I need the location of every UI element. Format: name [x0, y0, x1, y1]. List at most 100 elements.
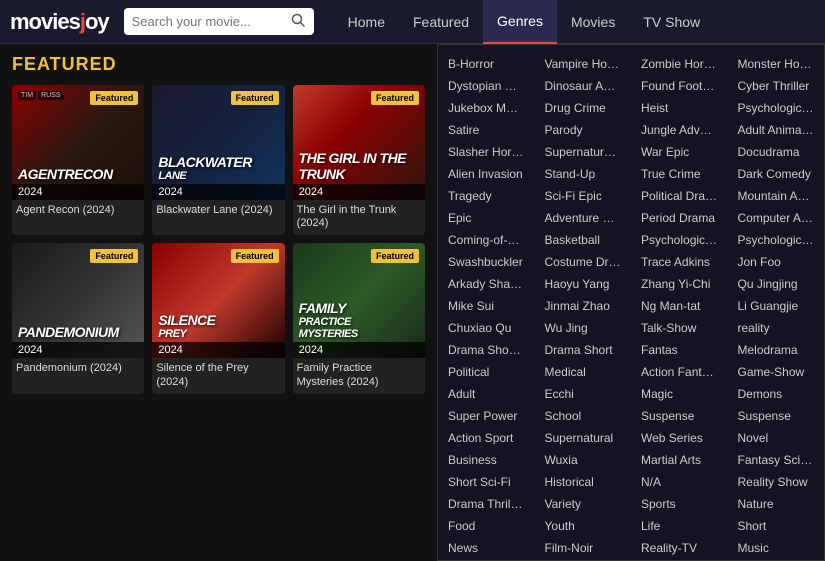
- genre-item[interactable]: Reality Show: [728, 471, 825, 493]
- genre-item[interactable]: Supernatural Hor...: [535, 141, 632, 163]
- genre-item[interactable]: Web Series: [631, 427, 728, 449]
- genre-item[interactable]: Epic: [438, 207, 535, 229]
- genre-item[interactable]: reality: [728, 317, 825, 339]
- genre-item[interactable]: Drama Short: [535, 339, 632, 361]
- genre-item[interactable]: Youth: [535, 515, 632, 537]
- genre-item[interactable]: Food: [438, 515, 535, 537]
- genre-item[interactable]: Variety: [535, 493, 632, 515]
- genre-item[interactable]: Ng Man-tat: [631, 295, 728, 317]
- genre-item[interactable]: Dystopian Sci-Fi: [438, 75, 535, 97]
- genre-item[interactable]: Drug Crime: [535, 97, 632, 119]
- genre-item[interactable]: Political Drama: [631, 185, 728, 207]
- genre-item[interactable]: Music: [728, 537, 825, 559]
- genre-item[interactable]: Adventure Epic: [535, 207, 632, 229]
- genre-item[interactable]: Chuxiao Qu: [438, 317, 535, 339]
- genre-item[interactable]: Jukebox Musical: [438, 97, 535, 119]
- genre-item[interactable]: Reality-TV: [631, 537, 728, 559]
- movie-card-blackwater-lane[interactable]: BLACKWATERLANE Featured 2024 Blackwater …: [152, 85, 284, 235]
- genre-item[interactable]: Suspense: [631, 405, 728, 427]
- nav-tvshow[interactable]: TV Show: [629, 0, 714, 44]
- genre-item[interactable]: Psychological Thr...: [631, 229, 728, 251]
- genre-item[interactable]: Dark Comedy: [728, 163, 825, 185]
- search-input[interactable]: [124, 9, 284, 34]
- genre-item[interactable]: Drama Thriller My...: [438, 493, 535, 515]
- genre-item[interactable]: Computer Anima...: [728, 207, 825, 229]
- genre-item[interactable]: Zombie Horror: [631, 53, 728, 75]
- genre-item[interactable]: Drama Short Sci-Fi: [438, 339, 535, 361]
- movie-card-pandemonium[interactable]: PANDEMONIUM Featured 2024 Pandemonium (2…: [12, 243, 144, 393]
- genre-item[interactable]: Nature: [728, 493, 825, 515]
- genre-item[interactable]: N/A: [631, 471, 728, 493]
- genre-item[interactable]: Supernatural: [535, 427, 632, 449]
- genre-item[interactable]: Ecchi: [535, 383, 632, 405]
- genre-item[interactable]: Demons: [728, 383, 825, 405]
- genre-item[interactable]: Life: [631, 515, 728, 537]
- genre-item[interactable]: News: [438, 537, 535, 559]
- genre-item[interactable]: School: [535, 405, 632, 427]
- genre-item[interactable]: Slasher Horror: [438, 141, 535, 163]
- genre-item[interactable]: Adult Animation: [728, 119, 825, 141]
- genre-item[interactable]: B-Horror: [438, 53, 535, 75]
- genre-item[interactable]: Period Drama: [631, 207, 728, 229]
- genre-item[interactable]: Short Sci-Fi: [438, 471, 535, 493]
- genre-item[interactable]: Satire: [438, 119, 535, 141]
- search-button[interactable]: [284, 8, 312, 35]
- nav-home[interactable]: Home: [334, 0, 399, 44]
- genre-item[interactable]: Fantasy Sci-Fi: [728, 449, 825, 471]
- genre-item[interactable]: Wu Jing: [535, 317, 632, 339]
- genre-item[interactable]: Dinosaur Advent...: [535, 75, 632, 97]
- genre-item[interactable]: Trace Adkins: [631, 251, 728, 273]
- movie-card-girl-in-trunk[interactable]: THE GIRL IN THE TRUNK Featured 2024 The …: [293, 85, 425, 235]
- genre-item[interactable]: Political: [438, 361, 535, 383]
- genre-item[interactable]: Psychological Ho...: [728, 229, 825, 251]
- genre-item[interactable]: Jon Foo: [728, 251, 825, 273]
- nav-featured[interactable]: Featured: [399, 0, 483, 44]
- logo[interactable]: moviesjoy: [10, 9, 109, 35]
- genre-item[interactable]: Talk-Show: [631, 317, 728, 339]
- genre-item[interactable]: Parody: [535, 119, 632, 141]
- genre-item[interactable]: Martial Arts: [631, 449, 728, 471]
- genre-item[interactable]: True Crime: [631, 163, 728, 185]
- genre-item[interactable]: Docudrama: [728, 141, 825, 163]
- search-box[interactable]: [124, 8, 314, 35]
- genre-item[interactable]: Wuxia: [535, 449, 632, 471]
- genre-item[interactable]: Novel: [728, 427, 825, 449]
- movie-card-silence-prey[interactable]: SILENCEPREY Featured 2024 Silence of the…: [152, 243, 284, 393]
- genre-item[interactable]: Li Guangjie: [728, 295, 825, 317]
- genre-item[interactable]: Haoyu Yang: [535, 273, 632, 295]
- genre-item[interactable]: Swashbuckler: [438, 251, 535, 273]
- genre-item[interactable]: Mike Sui: [438, 295, 535, 317]
- genre-item[interactable]: Action Sport: [438, 427, 535, 449]
- genre-item[interactable]: Sci-Fi Epic: [535, 185, 632, 207]
- genre-item[interactable]: Qu Jingjing: [728, 273, 825, 295]
- genre-item[interactable]: Historical: [535, 471, 632, 493]
- genre-item[interactable]: Melodrama: [728, 339, 825, 361]
- nav-movies[interactable]: Movies: [557, 0, 629, 44]
- genre-item[interactable]: Found Footage H...: [631, 75, 728, 97]
- genre-item[interactable]: Tragedy: [438, 185, 535, 207]
- genre-item[interactable]: Cyber Thriller: [728, 75, 825, 97]
- genre-item[interactable]: Adult: [438, 383, 535, 405]
- genre-item[interactable]: Stand-Up: [535, 163, 632, 185]
- genre-item[interactable]: Fantas: [631, 339, 728, 361]
- genre-item[interactable]: Jinmai Zhao: [535, 295, 632, 317]
- genre-item[interactable]: Zhang Yi-Chi: [631, 273, 728, 295]
- genre-item[interactable]: Film-Noir: [535, 537, 632, 559]
- nav-genres[interactable]: Genres: [483, 0, 557, 44]
- movie-card-family-practice[interactable]: FAMILYPRACTICEMYSTERIES Featured 2024 Fa…: [293, 243, 425, 393]
- genre-item[interactable]: Costume Drama: [535, 251, 632, 273]
- movie-card-agent-recon[interactable]: TIMRUSS AGENTRECON Featured 2024 Agent R…: [12, 85, 144, 235]
- genre-item[interactable]: Jungle Adventure: [631, 119, 728, 141]
- genre-item[interactable]: Business: [438, 449, 535, 471]
- genre-item[interactable]: Super Power: [438, 405, 535, 427]
- genre-item[interactable]: Mountain Advent...: [728, 185, 825, 207]
- genre-item[interactable]: Sports: [631, 493, 728, 515]
- genre-item[interactable]: Suspense: [728, 405, 825, 427]
- genre-item[interactable]: Heist: [631, 97, 728, 119]
- genre-item[interactable]: Short: [728, 515, 825, 537]
- genre-item[interactable]: Action Fantasy: [631, 361, 728, 383]
- genre-item[interactable]: Game-Show: [728, 361, 825, 383]
- genre-item[interactable]: Basketball: [535, 229, 632, 251]
- genre-item[interactable]: Coming-of-Age: [438, 229, 535, 251]
- genre-item[interactable]: Vampire Horror: [535, 53, 632, 75]
